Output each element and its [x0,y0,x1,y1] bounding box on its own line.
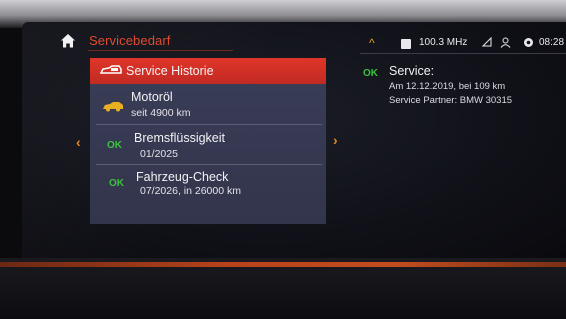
row-divider [96,124,322,125]
row-divider [96,164,322,165]
status-divider [360,53,566,54]
ok-status-badge: OK [109,178,124,189]
home-icon[interactable] [60,33,76,49]
detail-service-partner: Service Partner: BMW 30315 [389,95,513,106]
list-item-label: Service Historie [126,64,214,78]
radio-frequency: 100.3 MHz [419,37,468,48]
ambient-light-strip [0,262,566,267]
chevron-up-icon[interactable]: ^ [369,36,375,50]
service-history-icon [100,65,122,74]
chevron-left-icon[interactable]: ‹ [76,134,81,150]
list-item-sublabel: seit 4900 km [131,107,191,119]
list-item-label: Fahrzeug-Check [136,170,229,184]
connected-drive-icon [524,38,533,47]
dashboard-trim [0,258,566,319]
ok-status-badge: OK [107,140,122,151]
radio-source-icon [401,39,411,49]
page-title: Servicebedarf [89,33,171,48]
clock: 08:28 [539,37,565,48]
list-item-label: Motoröl [131,90,173,104]
title-divider [88,50,233,51]
list-item-sublabel: 01/2025 [140,148,178,160]
oil-can-icon [103,102,123,112]
service-list-panel: Service Historie Motoröl seit 4900 km OK… [90,58,326,224]
list-item-label: Bremsflüssigkeit [134,131,225,145]
detail-title: Service: [389,64,435,78]
chevron-right-icon[interactable]: › [333,132,338,148]
detail-date-mileage: Am 12.12.2019, bei 109 km [389,81,506,92]
signal-icon [482,37,492,47]
ok-status-badge: OK [363,68,378,79]
list-item-service-historie[interactable]: Service Historie [90,58,326,84]
list-item-sublabel: 07/2026, in 26000 km [140,185,241,197]
user-profile-icon[interactable] [500,37,511,48]
